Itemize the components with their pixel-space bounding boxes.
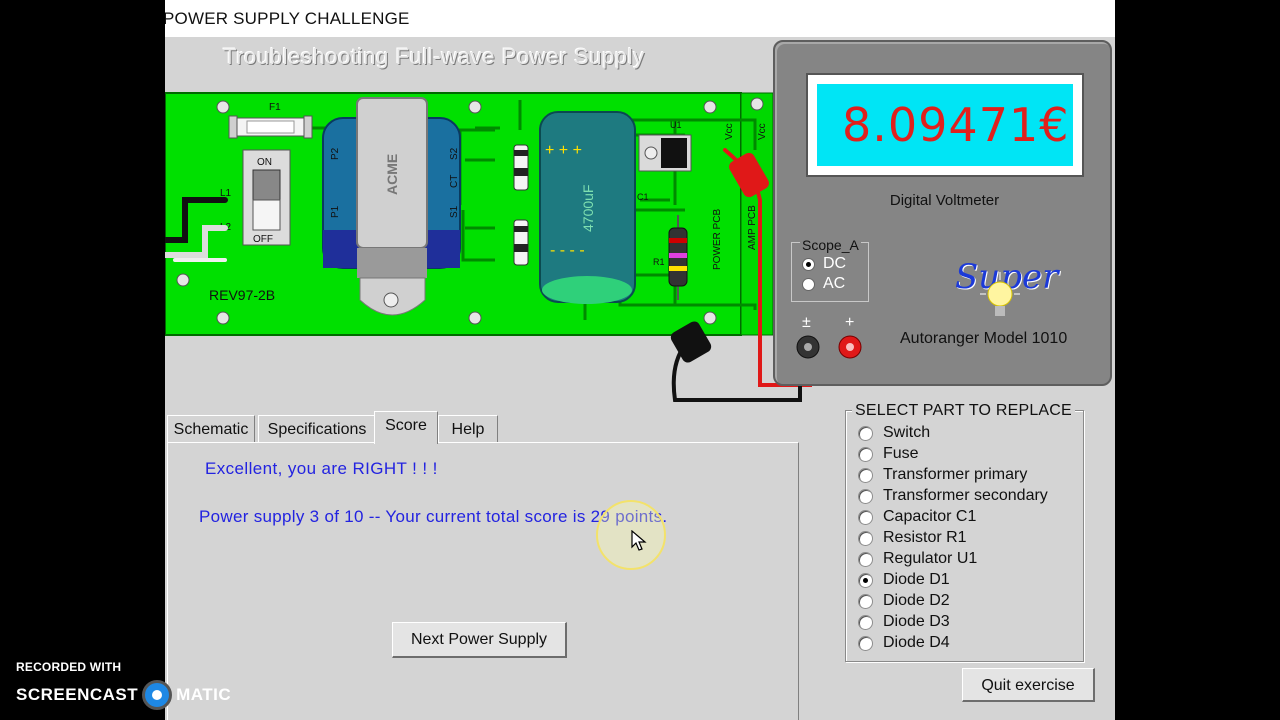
svg-text:C1: C1: [637, 192, 649, 202]
part-option-label: Capacitor C1: [883, 508, 977, 525]
meter-name: Digital Voltmeter: [889, 192, 1000, 209]
part-option-resistor-r1[interactable]: Resistor R1: [858, 528, 967, 548]
voltage-reading: 8.09471€: [842, 98, 1070, 152]
svg-text:R1: R1: [653, 257, 665, 267]
part-option-diode-d1[interactable]: Diode D1: [858, 570, 950, 590]
capacitor-value: 4700uF: [580, 185, 596, 232]
part-option-label: Transformer secondary: [883, 487, 1048, 504]
meter-jacks: [796, 335, 862, 359]
scope-option-label: AC: [823, 275, 846, 292]
svg-text:S2: S2: [449, 147, 460, 160]
svg-text:Vcc: Vcc: [757, 123, 768, 140]
radio-icon[interactable]: [858, 614, 873, 630]
svg-text:U1: U1: [670, 120, 682, 130]
jack-plus-label: +: [845, 314, 855, 331]
radio-icon[interactable]: [858, 488, 873, 504]
svg-text:P1: P1: [330, 205, 341, 218]
lightbulb-icon: [980, 272, 1020, 316]
radio-icon[interactable]: [858, 446, 873, 462]
watermark-right-text: MATIC: [176, 685, 232, 704]
scope-selector: Scope_A DC AC: [791, 237, 869, 302]
radio-selected-icon[interactable]: [802, 257, 815, 271]
part-option-switch[interactable]: Switch: [858, 423, 930, 443]
part-option-capacitor-c1[interactable]: Capacitor C1: [858, 507, 976, 527]
part-option-diode-d4[interactable]: Diode D4: [858, 633, 950, 653]
radio-icon[interactable]: [858, 635, 873, 651]
part-option-transformer-primary[interactable]: Transformer primary: [858, 465, 1027, 485]
switch-on-label: ON: [257, 157, 272, 168]
tab-help[interactable]: Help: [438, 415, 498, 443]
diode-d1: [513, 144, 529, 191]
svg-text:S1: S1: [449, 205, 460, 218]
part-group-title: SELECT PART TO REPLACE: [852, 402, 1075, 420]
capacitor-c1: 4700uF + + + - - - - C1: [539, 111, 649, 304]
meter-model: Autoranger Model 1010: [900, 330, 1068, 347]
part-option-fuse[interactable]: Fuse: [858, 444, 919, 464]
next-power-supply-button[interactable]: Next Power Supply: [392, 622, 567, 658]
scope-option-label: DC: [823, 255, 847, 272]
part-option-label: Resistor R1: [883, 529, 967, 546]
screencast-watermark: RECORDED WITH SCREENCAST MATIC: [16, 660, 231, 710]
jack-minus-label: ±: [802, 314, 811, 331]
amp-pcb-label: AMP PCB: [747, 205, 758, 250]
part-option-transformer-secondary[interactable]: Transformer secondary: [858, 486, 1048, 506]
radio-icon[interactable]: [858, 530, 873, 546]
part-option-label: Diode D1: [883, 571, 950, 588]
svg-text:+ + +: + + +: [545, 142, 582, 159]
part-option-label: Switch: [883, 424, 931, 441]
meter-display: 8.09471€: [806, 73, 1084, 177]
score-panel: [167, 442, 799, 720]
part-option-label: Diode D4: [883, 634, 950, 651]
radio-icon[interactable]: [802, 277, 815, 291]
meter-display-screen: 8.09471€: [817, 84, 1073, 166]
tab-specifications[interactable]: Specifications: [258, 415, 376, 443]
part-option-label: Regulator U1: [883, 550, 978, 567]
radio-icon[interactable]: [858, 467, 873, 483]
quit-exercise-button[interactable]: Quit exercise: [962, 668, 1095, 702]
radio-selected-icon[interactable]: [858, 572, 873, 588]
power-pcb-label: POWER PCB: [712, 209, 723, 270]
svg-text:CT: CT: [449, 175, 460, 188]
tab-schematic[interactable]: Schematic: [167, 415, 255, 443]
watermark-brand: SCREENCAST MATIC: [16, 680, 231, 710]
part-option-label: Fuse: [883, 445, 919, 462]
radio-icon[interactable]: [858, 593, 873, 609]
board-title: Troubleshooting Full-wave Power Supply: [223, 44, 645, 69]
diode-d2: [513, 219, 529, 266]
board-revision: REV97-2B: [209, 287, 275, 303]
mouse-cursor-icon: [631, 530, 647, 551]
part-option-diode-d2[interactable]: Diode D2: [858, 591, 950, 611]
result-message: Excellent, you are RIGHT ! ! !: [205, 459, 438, 478]
app-window: POWER SUPPLY CHALLENGE F1 ON OFF L1 L2 R…: [165, 0, 1115, 720]
watermark-top-text: RECORDED WITH: [16, 660, 122, 674]
svg-text:Vcc: Vcc: [724, 123, 735, 140]
watermark-left-text: SCREENCAST: [16, 685, 139, 704]
screencast-logo-icon: [142, 680, 173, 710]
fuse-label: F1: [269, 102, 281, 113]
scope-title: Scope_A: [800, 237, 861, 253]
tab-score[interactable]: Score: [374, 411, 438, 444]
transformer-brand: ACME: [384, 154, 400, 195]
select-part-group: SELECT PART TO REPLACE Switch Fuse Trans…: [845, 402, 1084, 662]
scope-option-dc[interactable]: DC: [802, 255, 846, 273]
svg-text:P2: P2: [330, 147, 341, 160]
part-option-label: Diode D3: [883, 613, 950, 630]
part-option-label: Transformer primary: [883, 466, 1028, 483]
digital-voltmeter: 8.09471€ Digital Voltmeter Scope_A DC AC…: [773, 40, 1112, 386]
radio-icon[interactable]: [858, 509, 873, 525]
radio-icon[interactable]: [858, 425, 873, 441]
part-option-label: Diode D2: [883, 592, 950, 609]
switch-off-label: OFF: [253, 234, 273, 245]
part-option-diode-d3[interactable]: Diode D3: [858, 612, 950, 632]
radio-icon[interactable]: [858, 551, 873, 567]
svg-text:- - - -: - - - -: [550, 242, 585, 259]
scope-option-ac[interactable]: AC: [802, 275, 845, 293]
part-option-regulator-u1[interactable]: Regulator U1: [858, 549, 977, 569]
